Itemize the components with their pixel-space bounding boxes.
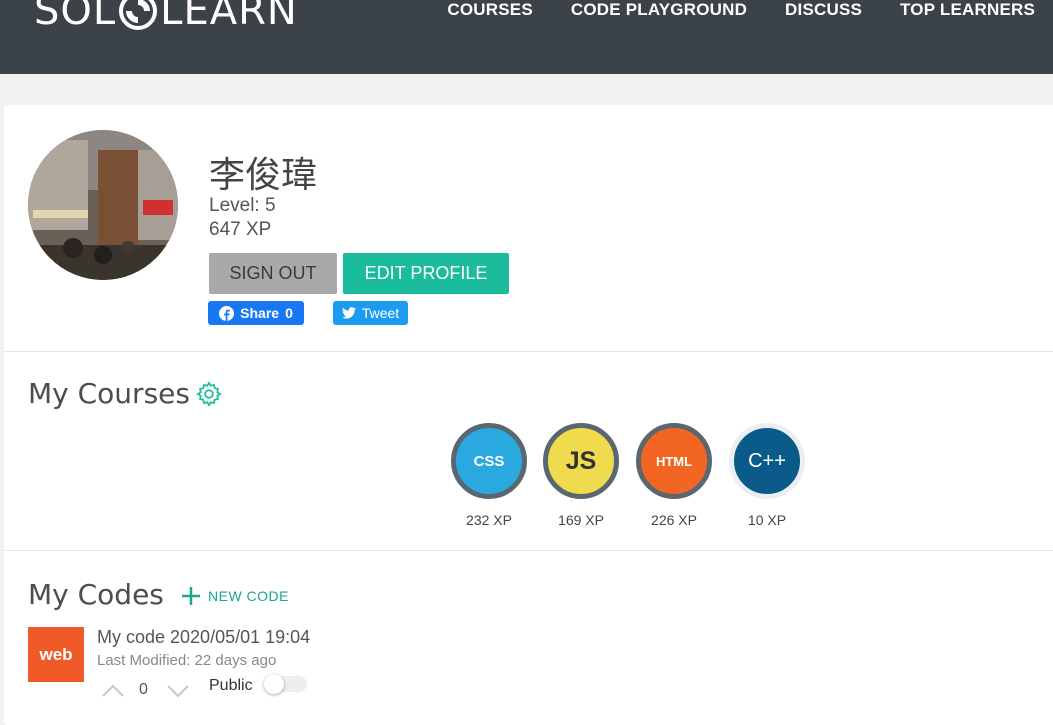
course-css[interactable]: CSS 232 XP	[451, 423, 527, 528]
logo-swirl-icon	[119, 0, 158, 30]
nav-courses[interactable]: COURSES	[447, 0, 532, 22]
downvote-icon[interactable]	[166, 680, 190, 700]
edit-profile-button[interactable]: EDIT PROFILE	[343, 253, 509, 294]
html-course-icon: HTML	[636, 423, 712, 499]
profile-level: Level: 5	[209, 195, 276, 216]
logo-text-right: LEARN	[160, 0, 298, 34]
nav-code-playground[interactable]: CODE PLAYGROUND	[571, 0, 747, 22]
my-codes-title: My Codes	[28, 578, 164, 611]
tweet-button[interactable]: Tweet	[333, 301, 408, 325]
vote-count: 0	[139, 681, 148, 698]
profile-xp: 647 XP	[209, 219, 272, 240]
web-code-icon[interactable]: web	[28, 627, 84, 682]
section-divider	[4, 351, 1053, 352]
course-xp: 10 XP	[747, 512, 787, 528]
twitter-bird-icon	[341, 307, 356, 319]
avatar-photo-image	[28, 130, 178, 280]
toggle-knob	[264, 674, 284, 694]
avatar	[28, 130, 178, 280]
course-html[interactable]: HTML 226 XP	[636, 423, 712, 528]
course-cpp[interactable]: C++ 10 XP	[729, 423, 805, 528]
main-nav: COURSES CODE PLAYGROUND DISCUSS TOP LEAR…	[447, 0, 1035, 22]
nav-discuss[interactable]: DISCUSS	[785, 0, 862, 22]
course-xp: 169 XP	[558, 512, 604, 528]
course-js[interactable]: JS 169 XP	[543, 423, 619, 528]
section-divider	[4, 550, 1053, 551]
sololearn-logo[interactable]: SOL LEARN	[34, 0, 298, 36]
code-last-modified: Last Modified: 22 days ago	[97, 652, 277, 669]
code-title-link[interactable]: My code 2020/05/01 19:04	[97, 627, 310, 648]
tweet-label: Tweet	[361, 305, 400, 321]
share-label: Share	[240, 305, 280, 321]
cpp-course-icon: C++	[729, 423, 805, 499]
profile-name: 李俊瑋	[209, 155, 318, 196]
new-code-button[interactable]: NEW CODE	[180, 585, 289, 607]
facebook-icon	[219, 305, 235, 321]
share-count: 0	[285, 305, 293, 321]
new-code-label: NEW CODE	[208, 588, 289, 604]
facebook-share-button[interactable]: Share 0	[208, 301, 304, 325]
upvote-icon[interactable]	[101, 680, 125, 700]
js-course-icon: JS	[543, 423, 619, 499]
course-xp: 232 XP	[466, 512, 512, 528]
css-course-icon: CSS	[451, 423, 527, 499]
gear-icon[interactable]	[196, 381, 222, 407]
public-toggle[interactable]	[264, 674, 307, 694]
course-xp: 226 XP	[651, 512, 697, 528]
nav-top-learners[interactable]: TOP LEARNERS	[900, 0, 1035, 22]
my-courses-title: My Courses	[28, 377, 190, 410]
top-navbar: SOL LEARN COURSES CODE PLAYGROUND DISCUS…	[0, 0, 1053, 74]
plus-icon	[182, 587, 200, 605]
sign-out-button[interactable]: SIGN OUT	[209, 253, 337, 294]
public-label: Public	[209, 677, 253, 694]
logo-text-left: SOL	[34, 0, 117, 34]
